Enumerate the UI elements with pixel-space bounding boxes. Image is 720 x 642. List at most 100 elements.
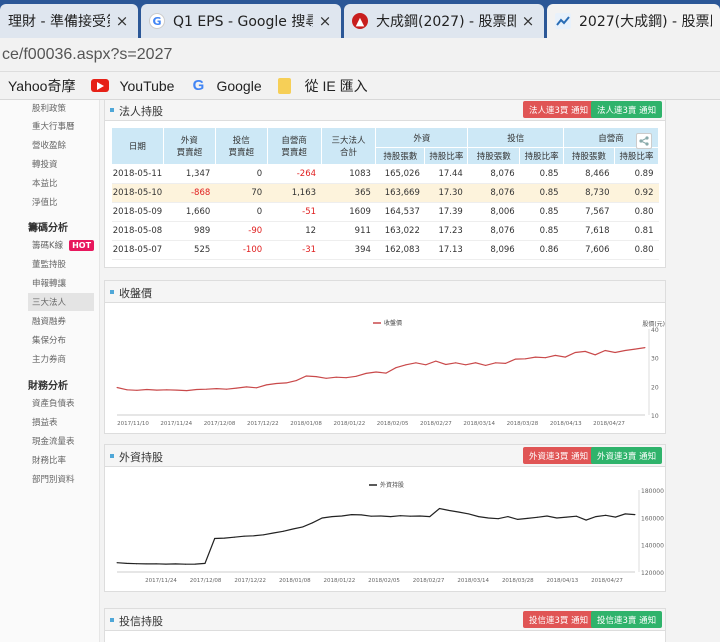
url-text[interactable]: ce/f00036.aspx?s=2027 <box>2 46 172 64</box>
table-cell: 394 <box>321 240 376 260</box>
sidebar-item-balance[interactable]: 資產負債表 <box>32 397 75 409</box>
sidebar-item-transfer[interactable]: 申報轉讓 <box>32 277 66 289</box>
data-point <box>584 350 586 352</box>
sidebar-item-income[interactable]: 損益表 <box>32 416 58 428</box>
data-point <box>196 389 198 390</box>
data-point <box>351 514 353 516</box>
hot-badge: HOT <box>69 240 95 251</box>
browser-tab-4[interactable]: 2027(大成鋼) - 股票即時 <box>547 4 720 38</box>
table-row: 2018-05-08 989 -90 12 911 163,022 17.23 8,076 0.… <box>111 221 659 241</box>
data-point <box>341 515 343 517</box>
bookmark-youtube[interactable]: YouTube <box>91 78 174 94</box>
tab-title: Q1 EPS - Google 搜尋 <box>173 14 313 30</box>
x-tick-label: 2017/12/22 <box>234 578 266 584</box>
data-point <box>614 352 616 353</box>
sidebar-item-segments[interactable]: 部門別資料 <box>32 473 75 485</box>
notify-sell-button[interactable]: 投信連3賣 通知 <box>591 611 663 628</box>
bookmark-google[interactable]: G Google <box>190 77 262 94</box>
bookmark-yahoo[interactable]: Yahoo奇摩 <box>8 76 75 96</box>
data-point <box>331 516 333 518</box>
data-point <box>536 516 538 518</box>
sidebar-item-brokers[interactable]: 主力券商 <box>32 353 66 365</box>
table-cell: 163,022 <box>375 221 425 241</box>
bookmark-ie-import[interactable]: 從 IE 匯入 <box>277 76 368 96</box>
data-point <box>146 389 148 390</box>
address-bar[interactable]: ce/f00036.aspx?s=2027 <box>0 38 720 72</box>
table-cell: 8,076 <box>467 183 520 203</box>
data-point <box>184 563 186 565</box>
data-point <box>445 364 447 365</box>
sidebar-item-cashflow[interactable]: 現金流量表 <box>32 435 75 447</box>
data-point <box>507 516 509 518</box>
sidebar-item-directors[interactable]: 董監持股 <box>32 258 66 270</box>
sidebar-item-dividend[interactable]: 股利政策 <box>32 102 66 114</box>
sidebar-item-custody[interactable]: 集保分布 <box>32 334 66 346</box>
notify-sell-button[interactable]: 外資連3賣 通知 <box>591 447 663 464</box>
table-cell: 165,026 <box>375 164 425 184</box>
data-point <box>246 386 247 388</box>
data-point <box>165 563 167 565</box>
browser-tab-3[interactable]: ▲ 大成鋼(2027) - 股票即時 × <box>344 4 544 38</box>
table-cell: 8,006 <box>467 202 520 222</box>
institutional-table: 日期 外資 買賣超 投信 買賣超 自營商 買賣超 三大法人 合計 外資 投信 自營商 持… <box>111 127 659 260</box>
data-point <box>556 517 558 519</box>
table-cell: -264 <box>267 164 322 184</box>
sidebar-item-pb[interactable]: 淨值比 <box>32 196 58 208</box>
table-cell: 17.44 <box>424 164 468 184</box>
data-point <box>194 563 196 565</box>
table-cell: 0 <box>215 164 268 184</box>
panel-title: 投信持股 <box>119 615 163 628</box>
header-line-2: 買賣超 <box>281 148 307 158</box>
notify-buy-button[interactable]: 外資連3買 通知 <box>523 447 595 464</box>
data-point <box>525 358 526 360</box>
table-cell: 7,606 <box>563 240 615 260</box>
table-row: 2018-05-09 1,660 0 -51 1609 164,537 17.39 8,006… <box>111 202 659 222</box>
bookmarks-bar: Yahoo奇摩 YouTube G Google 從 IE 匯入 <box>0 72 720 100</box>
sidebar-item-pe[interactable]: 本益比 <box>32 177 58 189</box>
data-point <box>399 515 401 517</box>
x-tick-label: 2018/01/08 <box>279 578 311 584</box>
close-icon[interactable]: × <box>114 12 130 30</box>
cell-date: 2018-05-09 <box>111 202 164 222</box>
browser-tab-2[interactable]: G Q1 EPS - Google 搜尋 × <box>141 4 341 38</box>
data-point <box>365 372 367 374</box>
data-point <box>435 360 437 362</box>
data-point <box>243 535 245 537</box>
data-point <box>335 376 337 378</box>
data-point <box>136 563 137 565</box>
close-icon[interactable]: × <box>317 12 333 30</box>
panel-bullet <box>110 108 114 112</box>
data-point <box>468 513 470 515</box>
data-point <box>375 371 377 373</box>
sidebar-item-ratios[interactable]: 財務比率 <box>32 454 66 466</box>
browser-tab-1[interactable]: 理財 - 準備接受第 × <box>0 4 138 38</box>
google-icon: G <box>149 13 165 29</box>
header-line-2: 買賣超 <box>228 148 254 158</box>
table-cell: 0.89 <box>614 164 659 184</box>
panel-bullet <box>110 290 114 294</box>
data-point <box>204 562 206 564</box>
data-point <box>448 510 450 511</box>
sidebar-item-margin[interactable]: 融資融券 <box>32 315 66 327</box>
data-point <box>295 380 297 382</box>
table-cell: 17.39 <box>424 202 468 222</box>
table-cell: 0.85 <box>519 183 564 203</box>
sidebar-item-investment[interactable]: 轉投資 <box>32 158 58 170</box>
sidebar-item-chip-kline[interactable]: 籌碼K線 HOT <box>32 239 95 251</box>
sidebar-section-finance: 財務分析 <box>28 381 68 392</box>
table-cell: 164,537 <box>375 202 425 222</box>
notify-buy-button[interactable]: 法人連3買 通知 <box>523 101 595 118</box>
sidebar-item-revenue[interactable]: 營收盈餘 <box>32 139 66 151</box>
close-icon[interactable]: × <box>520 12 536 30</box>
table-cell: 7,618 <box>563 221 615 241</box>
data-point <box>175 563 177 565</box>
sidebar-item-calendar[interactable]: 重大行事曆 <box>32 120 75 132</box>
notify-buy-button[interactable]: 投信連3買 通知 <box>523 611 595 628</box>
notify-sell-button[interactable]: 法人連3賣 通知 <box>591 101 663 118</box>
foreign-holdings-chart: 120000 140000 160000 180000 2017/11/24 2017/1… <box>116 481 664 584</box>
y-tick-label: 120000 <box>641 570 664 577</box>
sidebar-item-institutional[interactable]: 三大法人 <box>32 296 66 308</box>
share-icon[interactable] <box>636 133 652 149</box>
table-row: 2018-05-07 525 -100 -31 394 162,083 17.13 8,096… <box>111 240 659 260</box>
x-tick-label: 2017/12/08 <box>190 578 222 584</box>
